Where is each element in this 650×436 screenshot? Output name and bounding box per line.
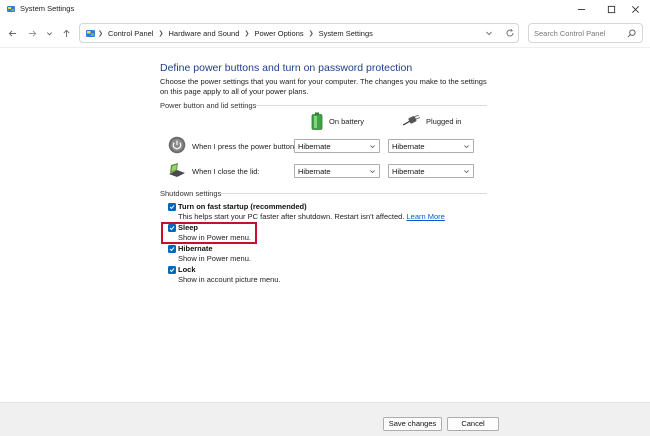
address-field[interactable]: ❯ Control Panel ❯ Hardware and Sound ❯ P… bbox=[79, 23, 519, 43]
on-battery-column-header: On battery bbox=[311, 112, 364, 130]
fast-startup-label[interactable]: Turn on fast startup (recommended) bbox=[178, 202, 307, 211]
address-bar: ❯ Control Panel ❯ Hardware and Sound ❯ P… bbox=[0, 18, 650, 48]
minimize-button[interactable] bbox=[566, 0, 596, 18]
chevron-right-icon: ❯ bbox=[98, 31, 104, 37]
checkmark-icon bbox=[169, 205, 175, 210]
chevron-right-icon: ❯ bbox=[158, 31, 164, 37]
forward-button[interactable] bbox=[25, 26, 39, 40]
power-button-plugged-select[interactable]: Hibernate bbox=[388, 139, 474, 153]
breadcrumb-control-panel[interactable]: Control Panel bbox=[108, 29, 153, 38]
hibernate-checkbox[interactable] bbox=[168, 245, 176, 253]
title-bar: System Settings bbox=[0, 0, 650, 18]
maximize-icon bbox=[607, 5, 615, 13]
breadcrumb: ❯ Control Panel ❯ Hardware and Sound ❯ P… bbox=[98, 29, 373, 38]
power-plug-icon bbox=[402, 115, 420, 126]
chevron-right-icon: ❯ bbox=[308, 31, 314, 37]
back-button[interactable] bbox=[5, 26, 19, 40]
plugged-in-column-header: Plugged in bbox=[402, 115, 461, 127]
plugged-in-label: Plugged in bbox=[426, 116, 462, 126]
breadcrumb-power-options[interactable]: Power Options bbox=[254, 29, 303, 38]
minimize-icon bbox=[577, 8, 585, 10]
control-panel-icon bbox=[86, 30, 95, 37]
chevron-down-icon bbox=[370, 145, 375, 149]
power-button-battery-select[interactable]: Hibernate bbox=[294, 139, 380, 153]
address-dropdown-icon[interactable] bbox=[484, 28, 494, 38]
lock-label[interactable]: Lock bbox=[178, 265, 196, 274]
page-title: Define power buttons and turn on passwor… bbox=[160, 62, 413, 74]
breadcrumb-system-settings[interactable]: System Settings bbox=[319, 29, 373, 38]
group-divider bbox=[254, 105, 487, 106]
power-group-label: Power button and lid settings bbox=[160, 101, 257, 110]
power-button-icon bbox=[168, 136, 186, 154]
arrow-left-icon bbox=[8, 29, 16, 37]
on-battery-label: On battery bbox=[329, 116, 365, 126]
group-divider bbox=[221, 193, 487, 194]
breadcrumb-hardware-and-sound[interactable]: Hardware and Sound bbox=[169, 29, 240, 38]
learn-more-link[interactable]: Learn More bbox=[407, 212, 445, 221]
power-button-row-label: When I press the power button: bbox=[192, 142, 297, 151]
save-changes-button[interactable]: Save changes bbox=[383, 417, 442, 431]
chevron-down-icon bbox=[464, 145, 469, 149]
refresh-icon[interactable] bbox=[505, 28, 515, 38]
chevron-down-icon bbox=[464, 170, 469, 174]
search-placeholder: Search Control Panel bbox=[534, 29, 606, 38]
hibernate-label[interactable]: Hibernate bbox=[178, 244, 213, 253]
sleep-highlight-box bbox=[161, 222, 257, 244]
footer-bar: Save changes Cancel bbox=[0, 402, 650, 436]
cancel-button[interactable]: Cancel bbox=[447, 417, 499, 431]
chevron-down-icon bbox=[46, 31, 52, 35]
search-icon bbox=[627, 29, 636, 38]
checkmark-icon bbox=[169, 247, 175, 252]
page-description: Choose the power settings that you want … bbox=[160, 77, 487, 96]
arrow-right-icon bbox=[28, 29, 36, 37]
window-title: System Settings bbox=[20, 4, 75, 13]
lid-plugged-select[interactable]: Hibernate bbox=[388, 164, 474, 178]
lid-row-label: When I close the lid: bbox=[192, 167, 260, 176]
lock-description: Show in account picture menu. bbox=[178, 275, 281, 284]
close-button[interactable] bbox=[620, 0, 650, 18]
lid-battery-select[interactable]: Hibernate bbox=[294, 164, 380, 178]
arrow-up-icon bbox=[62, 29, 70, 37]
content-area: Define power buttons and turn on passwor… bbox=[0, 48, 650, 402]
shutdown-group-label: Shutdown settings bbox=[160, 189, 222, 198]
laptop-lid-icon bbox=[169, 163, 185, 177]
search-input[interactable]: Search Control Panel bbox=[528, 23, 643, 43]
chevron-right-icon: ❯ bbox=[244, 31, 250, 37]
lock-checkbox[interactable] bbox=[168, 266, 176, 274]
hibernate-description: Show in Power menu. bbox=[178, 254, 251, 263]
fast-startup-description: This helps start your PC faster after sh… bbox=[178, 212, 445, 221]
recent-locations-button[interactable] bbox=[42, 26, 56, 40]
chevron-down-icon bbox=[370, 170, 375, 174]
battery-icon bbox=[311, 112, 323, 130]
up-button[interactable] bbox=[59, 26, 73, 40]
checkmark-icon bbox=[169, 268, 175, 273]
fast-startup-checkbox[interactable] bbox=[168, 203, 176, 211]
control-panel-icon bbox=[7, 6, 15, 12]
close-icon bbox=[631, 5, 639, 13]
